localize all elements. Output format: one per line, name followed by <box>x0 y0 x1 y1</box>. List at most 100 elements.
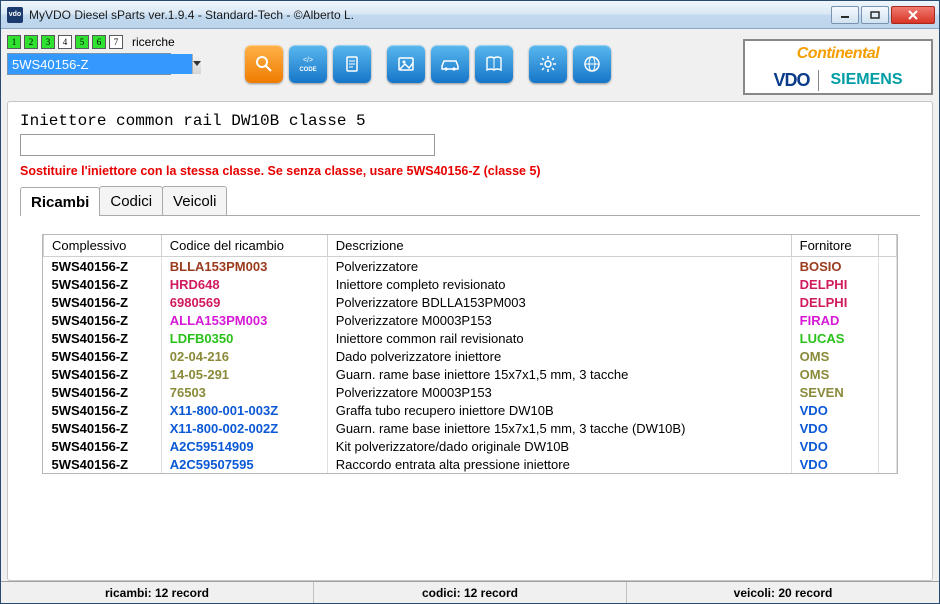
cell-fornitore: VDO <box>791 401 878 419</box>
cell-descrizione: Polverizzatore BDLLA153PM003 <box>327 293 791 311</box>
client-area: 1234567 ricerche </> CODE <box>1 29 939 581</box>
status-codici: codici: 12 record <box>313 582 626 603</box>
cell-descrizione: Polverizzatore M0003P153 <box>327 311 791 329</box>
status-bar: ricambi: 12 record codici: 12 record vei… <box>1 581 939 603</box>
cell-complessivo: 5WS40156-Z <box>44 437 162 455</box>
tab-veicoli[interactable]: Veicoli <box>162 186 227 215</box>
table-row[interactable]: 5WS40156-ZALLA153PM003Polverizzatore M00… <box>44 311 897 329</box>
cell-fornitore: BOSIO <box>791 257 878 276</box>
cell-complessivo: 5WS40156-Z <box>44 419 162 437</box>
cell-complessivo: 5WS40156-Z <box>44 365 162 383</box>
table-row[interactable]: 5WS40156-Z14-05-291Guarn. rame base inie… <box>44 365 897 383</box>
cell-descrizione: Polverizzatore <box>327 257 791 276</box>
main-panel: Iniettore common rail DW10B classe 5 Sos… <box>7 101 933 581</box>
toolbar-vehicle-button[interactable] <box>431 45 469 83</box>
cell-fornitore: VDO <box>791 455 878 473</box>
cell-codice: A2C59507595 <box>161 455 327 473</box>
history-slot-1[interactable]: 1 <box>7 35 21 49</box>
tab-ricambi[interactable]: Ricambi <box>20 187 100 216</box>
cell-fornitore: VDO <box>791 437 878 455</box>
cell-complessivo: 5WS40156-Z <box>44 311 162 329</box>
toolbar-image-button[interactable] <box>387 45 425 83</box>
table-row[interactable]: 5WS40156-ZLDFB0350Iniettore common rail … <box>44 329 897 347</box>
search-history: 1234567 ricerche <box>7 35 175 49</box>
history-slot-3[interactable]: 3 <box>41 35 55 49</box>
table-row[interactable]: 5WS40156-Z76503Polverizzatore M0003P153S… <box>44 383 897 401</box>
search-input[interactable] <box>8 54 192 74</box>
cell-codice: A2C59514909 <box>161 437 327 455</box>
col-header[interactable]: Fornitore <box>791 235 878 257</box>
col-header[interactable]: Descrizione <box>327 235 791 257</box>
cell-codice: 76503 <box>161 383 327 401</box>
toolbar-web-button[interactable] <box>573 45 611 83</box>
cell-fornitore: LUCAS <box>791 329 878 347</box>
minimize-button[interactable] <box>831 6 859 24</box>
cell-descrizione: Iniettore completo revisionato <box>327 275 791 293</box>
cell-codice: X11-800-001-003Z <box>161 401 327 419</box>
history-slot-5[interactable]: 5 <box>75 35 89 49</box>
cell-codice: X11-800-002-002Z <box>161 419 327 437</box>
cell-complessivo: 5WS40156-Z <box>44 401 162 419</box>
history-slot-2[interactable]: 2 <box>24 35 38 49</box>
history-slot-4[interactable]: 4 <box>58 35 72 49</box>
table-row[interactable]: 5WS40156-ZX11-800-002-002ZGuarn. rame ba… <box>44 419 897 437</box>
cell-complessivo: 5WS40156-Z <box>44 455 162 473</box>
cell-fornitore: VDO <box>791 419 878 437</box>
item-title: Iniettore common rail DW10B classe 5 <box>20 112 922 130</box>
item-input[interactable] <box>20 134 435 156</box>
table-row[interactable]: 5WS40156-ZX11-800-001-003ZGraffa tubo re… <box>44 401 897 419</box>
cell-descrizione: Graffa tubo recupero iniettore DW10B <box>327 401 791 419</box>
cell-complessivo: 5WS40156-Z <box>44 383 162 401</box>
col-header[interactable]: Codice del ricambio <box>161 235 327 257</box>
col-header[interactable]: Complessivo <box>44 235 162 257</box>
cell-codice: 02-04-216 <box>161 347 327 365</box>
vdo-logo: VDO <box>765 70 818 91</box>
cell-descrizione: Dado polverizzatore iniettore <box>327 347 791 365</box>
parts-table: ComplessivoCodice del ricambioDescrizion… <box>42 234 898 474</box>
continental-logo: Continental <box>797 45 880 63</box>
toolbar-code-button[interactable]: </> CODE <box>289 45 327 83</box>
cell-fornitore: FIRAD <box>791 311 878 329</box>
toolbar: </> CODE <box>245 45 611 83</box>
table-body: 5WS40156-ZBLLA153PM003PolverizzatoreBOSI… <box>44 257 897 474</box>
close-button[interactable] <box>891 6 935 24</box>
toolbar-settings-button[interactable] <box>529 45 567 83</box>
table-row[interactable]: 5WS40156-ZHRD648Iniettore completo revis… <box>44 275 897 293</box>
table-row[interactable]: 5WS40156-ZBLLA153PM003PolverizzatoreBOSI… <box>44 257 897 276</box>
toolbar-manual-button[interactable] <box>475 45 513 83</box>
table-row[interactable]: 5WS40156-Z02-04-216Dado polverizzatore i… <box>44 347 897 365</box>
top-left: 1234567 ricerche <box>7 35 175 75</box>
cell-codice: 14-05-291 <box>161 365 327 383</box>
maximize-button[interactable] <box>861 6 889 24</box>
table-row[interactable]: 5WS40156-ZA2C59507595Raccordo entrata al… <box>44 455 897 473</box>
title-bar: vdo MyVDO Diesel sParts ver.1.9.4 - Stan… <box>1 1 939 29</box>
cell-complessivo: 5WS40156-Z <box>44 293 162 311</box>
search-combo[interactable] <box>7 53 171 75</box>
history-slot-7[interactable]: 7 <box>109 35 123 49</box>
table-row[interactable]: 5WS40156-ZA2C59514909Kit polverizzatore/… <box>44 437 897 455</box>
tab-codici[interactable]: Codici <box>99 186 163 215</box>
cell-fornitore: DELPHI <box>791 275 878 293</box>
brand-logos: Continental VDO SIEMENS <box>743 39 933 95</box>
svg-text:CODE: CODE <box>299 67 316 73</box>
siemens-logo: SIEMENS <box>823 71 911 89</box>
cell-codice: ALLA153PM003 <box>161 311 327 329</box>
cell-codice: HRD648 <box>161 275 327 293</box>
cell-descrizione: Guarn. rame base iniettore 15x7x1,5 mm, … <box>327 365 791 383</box>
status-veicoli: veicoli: 20 record <box>626 582 939 603</box>
cell-complessivo: 5WS40156-Z <box>44 257 162 276</box>
history-label: ricerche <box>132 35 175 49</box>
app-icon: vdo <box>7 7 23 23</box>
cell-complessivo: 5WS40156-Z <box>44 275 162 293</box>
cell-fornitore: SEVEN <box>791 383 878 401</box>
toolbar-document-button[interactable] <box>333 45 371 83</box>
cell-codice: LDFB0350 <box>161 329 327 347</box>
dropdown-arrow-icon[interactable] <box>192 54 201 74</box>
toolbar-search-button[interactable] <box>245 45 283 83</box>
cell-fornitore: OMS <box>791 365 878 383</box>
cell-descrizione: Kit polverizzatore/dado originale DW10B <box>327 437 791 455</box>
history-slot-6[interactable]: 6 <box>92 35 106 49</box>
svg-text:</>: </> <box>303 57 313 64</box>
table-row[interactable]: 5WS40156-Z6980569Polverizzatore BDLLA153… <box>44 293 897 311</box>
cell-codice: 6980569 <box>161 293 327 311</box>
